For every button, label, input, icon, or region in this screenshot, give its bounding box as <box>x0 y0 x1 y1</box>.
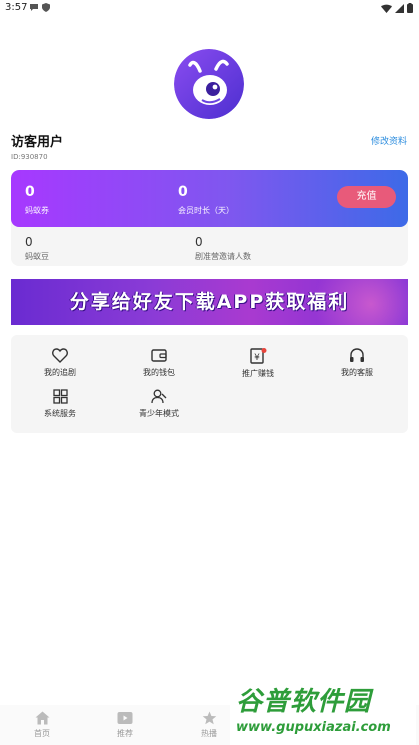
feature-label: 我的追剧 <box>44 368 76 377</box>
feature-support[interactable]: 我的客服 <box>322 348 392 378</box>
nav-label: 推荐 <box>117 729 133 738</box>
watermark: 谷普软件园 www.gupuxiazai.com <box>230 679 416 745</box>
coupons-value: 0 <box>25 184 35 200</box>
feature-system[interactable]: 系统服务 <box>25 389 95 419</box>
status-time: 3:57 <box>5 2 28 13</box>
stats-card: 0 蚂蚁券 0 会员时长（天） 充值 0 蚂蚁豆 0 剧准营邀请人数 <box>11 170 408 266</box>
signal-icon <box>395 3 404 13</box>
share-banner[interactable]: 分享给好友下载APP获取福利 <box>11 279 408 325</box>
message-icon <box>30 4 38 11</box>
grid-icon <box>52 389 68 404</box>
edit-profile-link[interactable]: 修改资料 <box>371 134 407 147</box>
user-id: ID:930870 <box>11 153 48 161</box>
nav-label: 首页 <box>34 729 50 738</box>
status-bar: 3:57 <box>0 0 419 18</box>
invites-value: 0 <box>195 235 203 249</box>
youth-icon <box>151 389 167 404</box>
battery-icon <box>407 3 413 13</box>
feature-youth-mode[interactable]: 青少年模式 <box>124 389 194 419</box>
star-icon <box>202 711 216 725</box>
beans-label: 蚂蚁豆 <box>25 252 49 261</box>
recharge-button[interactable]: 充值 <box>337 186 396 208</box>
feature-label: 我的钱包 <box>143 368 175 377</box>
feature-label: 系统服务 <box>44 409 76 418</box>
wifi-icon <box>381 4 392 13</box>
beans-value: 0 <box>25 235 33 249</box>
watermark-url: www.gupuxiazai.com <box>236 720 391 735</box>
feature-my-shows[interactable]: 我的追剧 <box>25 348 95 378</box>
stats-header: 0 蚂蚁券 0 会员时长（天） 充值 <box>11 170 408 227</box>
username: 访客用户 <box>11 135 64 150</box>
features-card: 我的追剧 我的钱包 ¥ 推广赚钱 我的客服 系统服务 青少年模式 <box>11 335 408 433</box>
ant-mascot-icon <box>174 49 244 119</box>
yuan-icon: ¥ <box>250 348 267 364</box>
member-value: 0 <box>178 184 188 200</box>
coupons-label: 蚂蚁券 <box>25 206 49 215</box>
svg-text:¥: ¥ <box>254 353 260 363</box>
heart-icon <box>52 348 68 363</box>
feature-promote[interactable]: ¥ 推广赚钱 <box>223 348 293 379</box>
play-icon <box>117 712 133 724</box>
watermark-title: 谷普软件园 <box>236 687 372 717</box>
nav-recommend[interactable]: 推荐 <box>95 711 155 739</box>
invites-label: 剧准营邀请人数 <box>195 252 251 261</box>
feature-label: 我的客服 <box>341 368 373 377</box>
home-icon <box>35 711 49 725</box>
headphones-icon <box>350 348 364 362</box>
feature-label: 青少年模式 <box>139 409 179 418</box>
feature-label: 推广赚钱 <box>242 369 274 378</box>
nav-home[interactable]: 首页 <box>12 711 72 739</box>
banner-text: 分享给好友下载APP获取福利 <box>69 291 350 313</box>
feature-wallet[interactable]: 我的钱包 <box>124 348 194 378</box>
shield-icon <box>42 3 50 12</box>
wallet-icon <box>151 349 167 362</box>
avatar[interactable] <box>174 49 244 119</box>
member-label: 会员时长（天） <box>178 206 234 215</box>
